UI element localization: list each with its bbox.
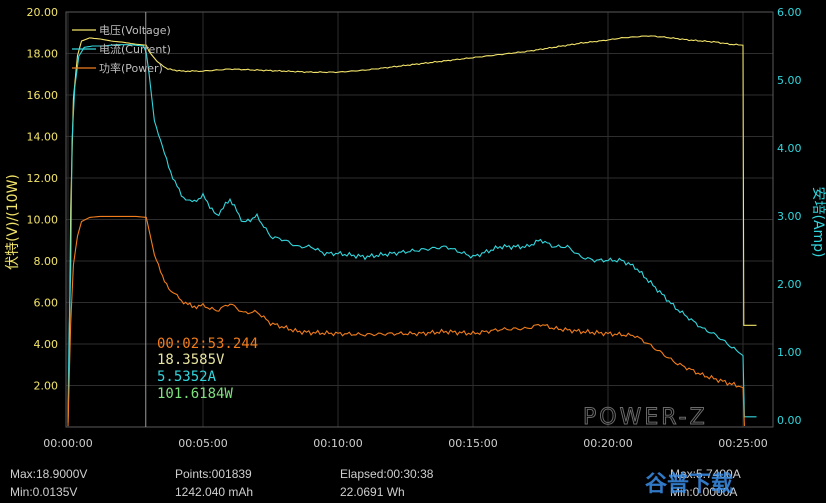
x-tick-label: 00:10:00: [313, 437, 362, 450]
readout-voltage: 18.3585V: [157, 352, 225, 368]
left-tick-label: 16.00: [27, 89, 59, 102]
legend-label-current: 电流(Current): [99, 42, 171, 56]
left-tick-label: 2.00: [34, 380, 59, 393]
left-axis-title: 伏特(V)/(10W): [5, 174, 21, 270]
stat-max: Max:18.9000V: [10, 467, 88, 481]
left-tick-label: 10.00: [27, 214, 59, 227]
readout-time: 00:02:53.244: [157, 336, 258, 352]
stat-points: Points:001839: [175, 467, 252, 481]
legend-label-power: 功率(Power): [99, 61, 163, 75]
right-axis-title: 安培(Amp): [810, 186, 826, 257]
right-tick-label: 6.00: [777, 6, 802, 19]
right-tick-label: 0.00: [777, 414, 802, 427]
x-tick-label: 00:25:00: [718, 437, 767, 450]
left-tick-label: 20.00: [27, 6, 59, 19]
stat-elapsed: Elapsed:00:30:38: [340, 467, 434, 481]
x-tick-label: 00:00:00: [43, 437, 92, 450]
right-tick-label: 4.00: [777, 142, 802, 155]
x-tick-label: 00:15:00: [448, 437, 497, 450]
left-tick-label: 4.00: [34, 338, 59, 351]
left-tick-label: 6.00: [34, 297, 59, 310]
legend-label-voltage: 电压(Voltage): [99, 24, 171, 37]
x-tick-label: 00:20:00: [583, 437, 632, 450]
right-tick-label: 3.00: [777, 210, 802, 223]
right-tick-label: 2.00: [777, 278, 802, 291]
left-tick-label: 14.00: [27, 131, 59, 144]
x-tick-label: 00:05:00: [178, 437, 227, 450]
stat-energy: 22.0691 Wh: [340, 485, 405, 499]
readout-current: 5.5352A: [157, 369, 217, 385]
brand-watermark: 谷普下载: [645, 471, 734, 496]
stat-capacity: 1242.040 mAh: [175, 485, 254, 499]
left-tick-label: 12.00: [27, 172, 59, 185]
chart: 2.00 4.00 6.00 8.00 10.00 12.00 14.00 16.00 18.0…: [0, 0, 826, 460]
stat-min: Min:0.0135V: [10, 485, 78, 499]
right-tick-label: 1.00: [777, 346, 802, 359]
right-tick-label: 5.00: [777, 74, 802, 87]
stats-footer: Max:18.9000V Min:0.0135V Points:001839 1…: [0, 460, 826, 503]
left-tick-label: 18.00: [27, 48, 59, 61]
watermark-logo: POWER-Z: [583, 405, 708, 430]
readout-power: 101.6184W: [157, 386, 233, 402]
left-tick-label: 8.00: [34, 255, 59, 268]
